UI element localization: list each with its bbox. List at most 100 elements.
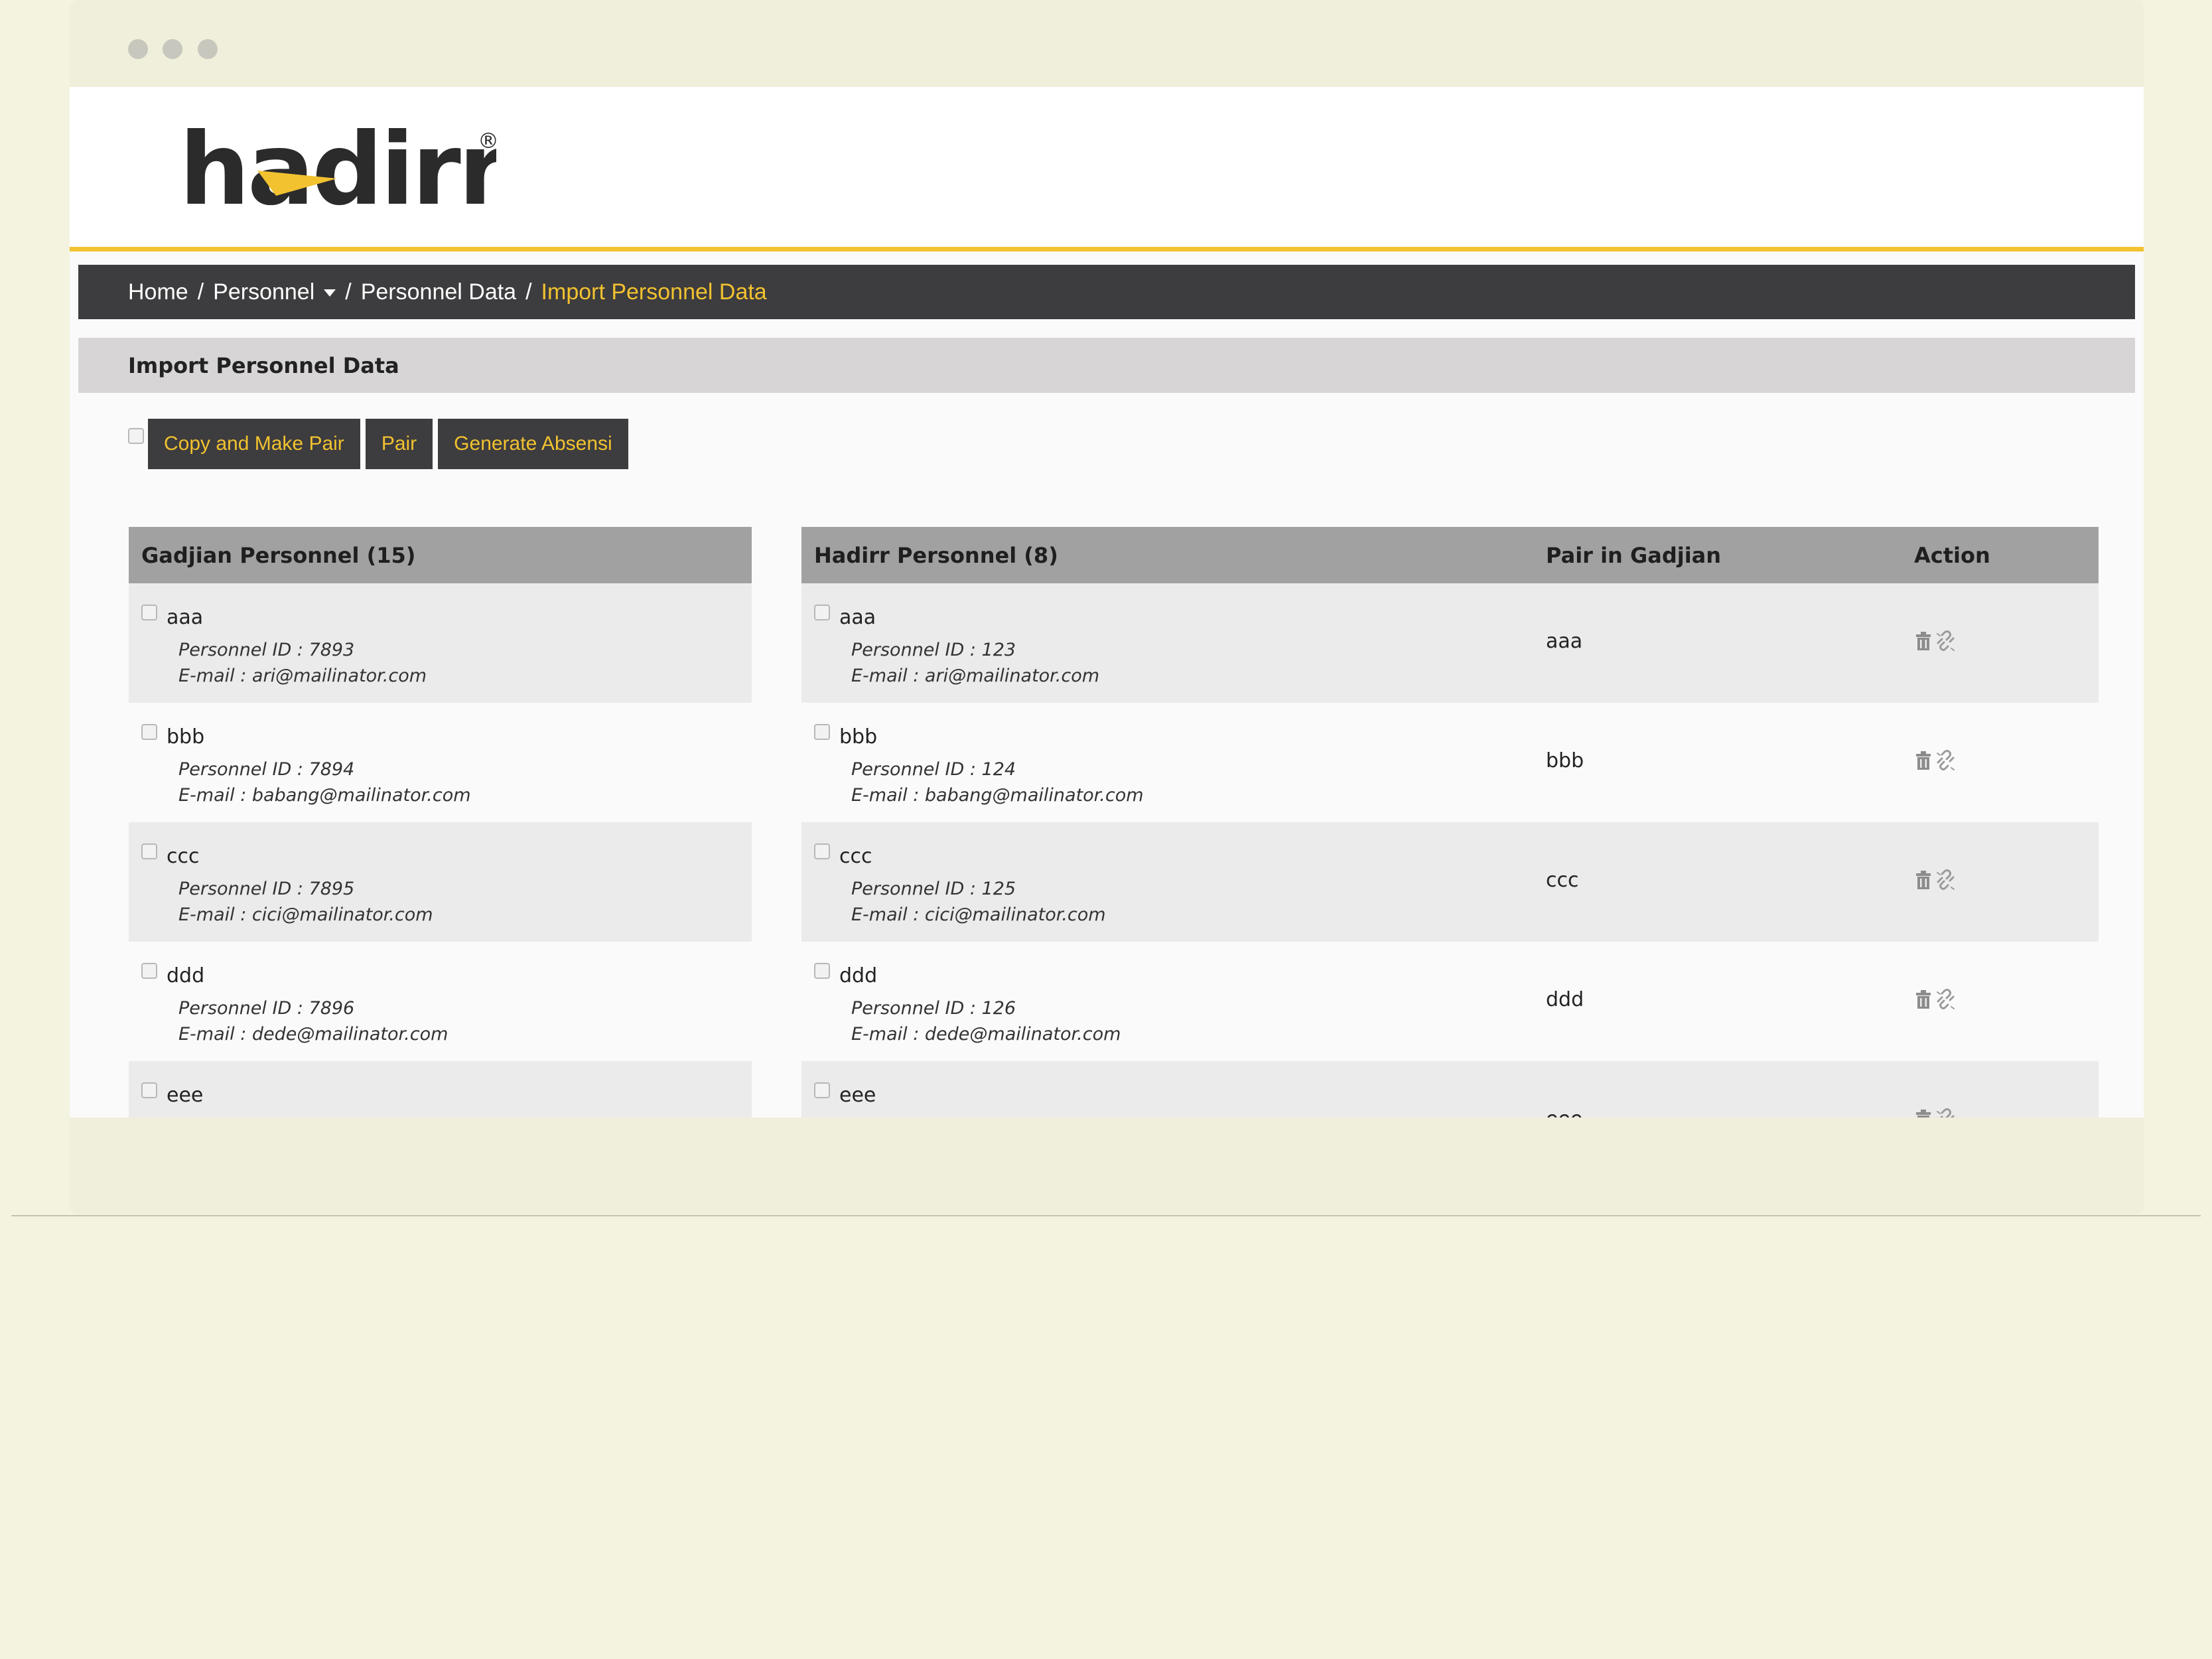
personnel-name: eee — [839, 1084, 876, 1107]
personnel-email-label: E-mail : — [178, 1024, 252, 1045]
breadcrumb-separator: / — [525, 279, 532, 305]
personnel-email-label: E-mail : — [178, 785, 252, 806]
logo-wordmark: hadirr — [179, 123, 496, 216]
row-select-checkbox[interactable] — [814, 843, 830, 859]
breadcrumb-personnel-data[interactable]: Personnel Data — [361, 279, 516, 305]
personnel-email-value: babang@mailinator.com — [251, 785, 471, 806]
breadcrumb: Home / Personnel / Personnel Data / Impo… — [78, 265, 2135, 319]
hadirr-panel-title: Hadirr Personnel (8) — [814, 542, 1058, 568]
personnel-id: Personnel ID : 123 — [851, 640, 1016, 660]
personnel-name: bbb — [167, 725, 205, 749]
personnel-email-label: E-mail : — [851, 666, 925, 686]
chevron-down-icon — [324, 289, 336, 297]
trash-icon[interactable] — [1914, 749, 1933, 772]
row-select-checkbox[interactable] — [141, 724, 157, 740]
hadirr-panel-header: Hadirr Personnel (8) Pair in Gadjian Act… — [801, 527, 2099, 583]
personnel-name: ddd — [839, 964, 878, 987]
personnel-email-value: ari@mailinator.com — [251, 666, 427, 686]
personnel-email-value: dede@mailinator.com — [924, 1024, 1121, 1045]
unlink-icon[interactable] — [1935, 749, 1955, 772]
hadirr-personnel-list: aaa Personnel ID : 123 E-mail : ari@mailin… — [801, 583, 2099, 1118]
window-maximize-dot[interactable] — [198, 39, 218, 59]
personnel-email-value: ari@mailinator.com — [924, 666, 1100, 686]
row-select-checkbox[interactable] — [141, 843, 157, 859]
row-actions — [1914, 1108, 1958, 1118]
window-close-dot[interactable] — [128, 39, 148, 59]
table-row: aaa Personnel ID : 7893 E-mail : ari@maili… — [129, 583, 752, 703]
table-row: ddd Personnel ID : 7896 E-mail : dede@mail… — [129, 942, 752, 1061]
unlink-icon[interactable] — [1935, 1108, 1955, 1118]
personnel-email: E-mail : cici@mailinator.com — [178, 904, 433, 925]
table-row: ccc Personnel ID : 125 E-mail : cici@maili… — [801, 822, 2099, 942]
pair-in-gadjian-value: bbb — [1546, 749, 1584, 772]
personnel-id-label: Personnel ID : — [851, 759, 982, 780]
window-titlebar — [70, 0, 2144, 87]
personnel-name: ccc — [839, 845, 872, 868]
row-actions — [1914, 869, 1958, 891]
personnel-email-value: dede@mailinator.com — [251, 1024, 449, 1045]
trash-icon[interactable] — [1914, 988, 1933, 1011]
personnel-id: Personnel ID : 124 — [851, 759, 1016, 780]
breadcrumb-personnel-label: Personnel — [213, 279, 315, 305]
personnel-id-value: 7896 — [309, 998, 355, 1019]
window-minimize-dot[interactable] — [163, 39, 182, 59]
personnel-id-value: 124 — [981, 759, 1016, 780]
personnel-name: bbb — [839, 725, 878, 749]
personnel-name: ccc — [167, 845, 200, 868]
personnel-id-label: Personnel ID : — [851, 998, 982, 1019]
hadirr-personnel-panel: Hadirr Personnel (8) Pair in Gadjian Act… — [801, 527, 2099, 1118]
personnel-id-label: Personnel ID : — [178, 879, 309, 899]
personnel-id: Personnel ID : 7893 — [178, 640, 354, 660]
copy-and-make-pair-button[interactable]: Copy and Make Pair — [148, 419, 360, 469]
pair-in-gadjian-value: ccc — [1546, 869, 1579, 892]
personnel-id: Personnel ID : 7894 — [178, 759, 354, 780]
personnel-id-label: Personnel ID : — [178, 998, 309, 1019]
gadjian-panel-header: Gadjian Personnel (15) — [129, 527, 752, 583]
hadirr-logo[interactable]: hadirr ® — [178, 123, 496, 216]
personnel-email: E-mail : babang@mailinator.com — [178, 785, 471, 806]
row-select-checkbox[interactable] — [141, 605, 157, 620]
gadjian-personnel-panel: Gadjian Personnel (15) aaa Personnel ID :… — [129, 527, 752, 1118]
personnel-name: eee — [167, 1084, 204, 1107]
select-all-checkbox[interactable] — [128, 428, 144, 444]
pair-in-gadjian-value: eee — [1546, 1108, 1582, 1118]
row-actions — [1914, 749, 1958, 772]
table-row: eee — [129, 1061, 752, 1118]
divider — [11, 1215, 2201, 1216]
personnel-id: Personnel ID : 126 — [851, 998, 1016, 1019]
row-select-checkbox[interactable] — [141, 1082, 157, 1098]
personnel-id-value: 7893 — [309, 640, 355, 660]
trash-icon[interactable] — [1914, 869, 1933, 891]
personnel-email-value: cici@mailinator.com — [924, 904, 1106, 925]
row-select-checkbox[interactable] — [814, 1082, 830, 1098]
personnel-email: E-mail : ari@mailinator.com — [178, 666, 427, 686]
gadjian-personnel-list: aaa Personnel ID : 7893 E-mail : ari@maili… — [129, 583, 752, 1118]
row-select-checkbox[interactable] — [814, 724, 830, 740]
unlink-icon[interactable] — [1935, 630, 1955, 652]
trash-icon[interactable] — [1914, 1108, 1933, 1118]
personnel-name: aaa — [839, 606, 876, 629]
action-header: Action — [1914, 542, 1990, 568]
personnel-email-label: E-mail : — [851, 904, 925, 925]
breadcrumb-personnel[interactable]: Personnel — [213, 279, 336, 305]
row-select-checkbox[interactable] — [814, 605, 830, 620]
personnel-name: aaa — [167, 606, 204, 629]
row-select-checkbox[interactable] — [814, 963, 830, 979]
unlink-icon[interactable] — [1935, 988, 1955, 1011]
registered-mark: ® — [478, 128, 496, 153]
personnel-id-value: 126 — [981, 998, 1016, 1019]
window-footer — [70, 1118, 2144, 1214]
breadcrumb-home[interactable]: Home — [128, 279, 188, 305]
unlink-icon[interactable] — [1935, 869, 1955, 891]
table-row: eee eee — [801, 1061, 2099, 1118]
browser-window: hadirr ® Home / Personnel / Personnel Da… — [70, 0, 2144, 1214]
pair-button[interactable]: Pair — [365, 419, 433, 469]
personnel-email: E-mail : dede@mailinator.com — [178, 1024, 448, 1045]
table-row: bbb Personnel ID : 7894 E-mail : babang@ma… — [129, 703, 752, 822]
personnel-id-label: Personnel ID : — [851, 640, 982, 660]
table-row: ccc Personnel ID : 7895 E-mail : cici@mail… — [129, 822, 752, 942]
generate-absensi-button[interactable]: Generate Absensi — [438, 419, 628, 469]
gadjian-panel-title: Gadjian Personnel (15) — [141, 542, 416, 568]
trash-icon[interactable] — [1914, 630, 1933, 652]
row-select-checkbox[interactable] — [141, 963, 157, 979]
